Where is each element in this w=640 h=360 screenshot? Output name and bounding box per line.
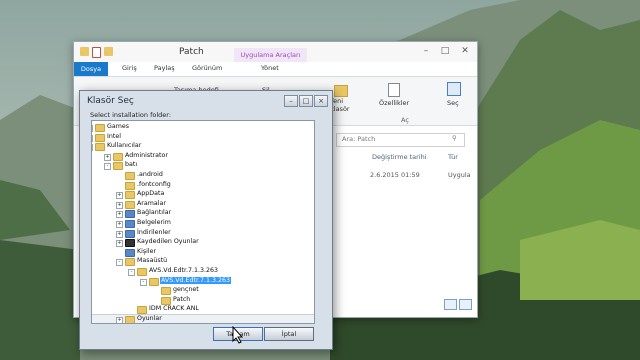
tree-node-label: AppData — [137, 190, 165, 198]
folder-icon — [113, 162, 123, 171]
tree-node-label: Aramalar — [137, 199, 166, 207]
properties-icon[interactable] — [92, 47, 101, 58]
tab-file[interactable]: Dosya — [74, 62, 108, 76]
folder-icon — [113, 152, 123, 161]
maximize-icon[interactable]: □ — [299, 95, 313, 107]
close-icon[interactable]: ✕ — [458, 46, 472, 56]
expand-icon[interactable]: + — [104, 153, 111, 161]
column-modified[interactable]: Değiştirme tarihi — [372, 153, 427, 161]
tree-node-label: Intel — [107, 132, 121, 140]
tree-node-label: Masaüstü — [137, 257, 168, 265]
folder-icon — [95, 124, 105, 132]
expand-icon[interactable]: + — [92, 134, 93, 142]
minimize-icon[interactable]: – — [284, 95, 298, 107]
folder-icon — [125, 316, 135, 323]
properties-icon — [388, 83, 400, 97]
search-placeholder: Ara: Patch — [342, 135, 376, 143]
vertical-scrollbar[interactable]: ▲ ▼ — [314, 121, 315, 323]
tree-node-label: AVS.Vd.Edtr.7.1.3.263 — [149, 267, 219, 274]
folder-icon — [161, 296, 171, 305]
row-date: 2.6.2015 01:59 — [370, 171, 420, 179]
expand-icon[interactable]: + — [116, 317, 123, 323]
tab-home[interactable]: Giriş — [122, 64, 137, 72]
cancel-button[interactable]: İptal — [264, 327, 314, 341]
expand-icon[interactable]: + — [116, 201, 123, 209]
new-folder-icon — [334, 85, 348, 97]
select-button[interactable]: Seç — [447, 99, 459, 107]
folder-icon — [125, 172, 135, 180]
dialog-subtitle: Select installation folder: — [90, 111, 172, 119]
search-icon: ⚲ — [452, 134, 457, 142]
properties-button[interactable]: Özellikler — [379, 99, 409, 107]
folder-icon — [137, 306, 147, 315]
collapse-icon[interactable]: - — [92, 144, 93, 152]
expand-icon[interactable]: + — [116, 230, 123, 238]
tree-node-label: .fontconfig — [137, 180, 171, 188]
large-icons-view-icon[interactable] — [459, 299, 472, 310]
select-icon — [447, 82, 461, 96]
folder-icon — [95, 143, 105, 152]
folder-icon — [125, 220, 135, 228]
tree-node-label: AVS.Vd.Edtr.7.1.3.263 — [160, 276, 232, 284]
folder-icon — [125, 239, 135, 248]
open-group-label: Aç — [401, 116, 409, 124]
tree-node-label: Kaydedilen Oyunlar — [137, 238, 199, 246]
tab-share[interactable]: Paylaş — [154, 64, 175, 72]
folder-icon — [125, 248, 135, 257]
tree-node-label: .android — [137, 171, 163, 178]
folder-select-dialog: Klasör Seç – □ × Select installation fol… — [79, 90, 333, 350]
expand-icon[interactable]: + — [92, 125, 93, 132]
minimize-icon[interactable]: – — [419, 46, 433, 56]
tab-view[interactable]: Görünüm — [192, 64, 222, 72]
row-type: Uygula — [448, 171, 471, 179]
tree-node-label: Bağlantılar — [137, 209, 172, 217]
folder-icon — [125, 191, 135, 200]
column-type[interactable]: Tür — [448, 153, 458, 161]
folder-tree[interactable]: ▲ ▼ + Games + Intel - Kullanıcılar + Administra… — [91, 120, 315, 324]
tree-node-label: Games — [107, 123, 130, 130]
maximize-icon[interactable]: □ — [438, 46, 452, 56]
tree-node-label: IDM CRACK ANL — [149, 305, 199, 313]
tab-application-tools[interactable]: Uygulama Araçları — [234, 48, 307, 62]
tree-node-label: Oyunlar — [137, 315, 162, 322]
dialog-title: Klasör Seç — [87, 96, 134, 106]
window-title: Patch — [179, 47, 204, 57]
folder-icon — [80, 47, 89, 56]
folder-icon — [161, 287, 171, 296]
expand-icon[interactable]: + — [116, 221, 123, 228]
expand-icon[interactable]: + — [116, 192, 123, 200]
search-box[interactable]: Ara: Patch ⚲ — [336, 133, 465, 147]
ribbon-tabs: Dosya Giriş Paylaş Görünüm Yönet — [74, 62, 477, 77]
collapse-icon[interactable]: - — [140, 278, 147, 286]
tree-node-label: gençnet — [173, 286, 199, 294]
folder-icon — [125, 258, 135, 267]
details-view-icon[interactable] — [444, 299, 457, 310]
tree-node-label: Patch — [173, 295, 191, 303]
folder-icon — [137, 268, 147, 276]
folder-icon — [125, 181, 135, 190]
collapse-icon[interactable]: - — [116, 259, 123, 267]
folder-icon — [125, 200, 135, 209]
folder-icon — [125, 229, 135, 238]
folder-icon — [149, 277, 159, 286]
tree-node-label: Administrator — [125, 151, 168, 159]
mouse-cursor-icon — [232, 326, 244, 344]
collapse-icon[interactable]: - — [104, 163, 111, 171]
tab-manage[interactable]: Yönet — [261, 64, 279, 72]
collapse-icon[interactable]: - — [128, 269, 135, 276]
tree-node-label: Kişiler — [137, 247, 157, 255]
new-folder-icon[interactable] — [104, 47, 113, 56]
close-icon[interactable]: × — [314, 95, 328, 107]
tree-node-label: batı — [125, 161, 138, 169]
explorer-titlebar: Patch Uygulama Araçları – □ ✕ — [74, 42, 477, 62]
tree-node-label: Belgelerim — [137, 219, 171, 226]
tree-node-label: İndirilenler — [137, 228, 171, 236]
expand-icon[interactable]: + — [116, 211, 123, 219]
folder-icon — [95, 133, 105, 142]
tree-node-label: Kullanıcılar — [107, 142, 142, 150]
folder-icon — [125, 210, 135, 219]
expand-icon[interactable]: + — [116, 240, 123, 248]
